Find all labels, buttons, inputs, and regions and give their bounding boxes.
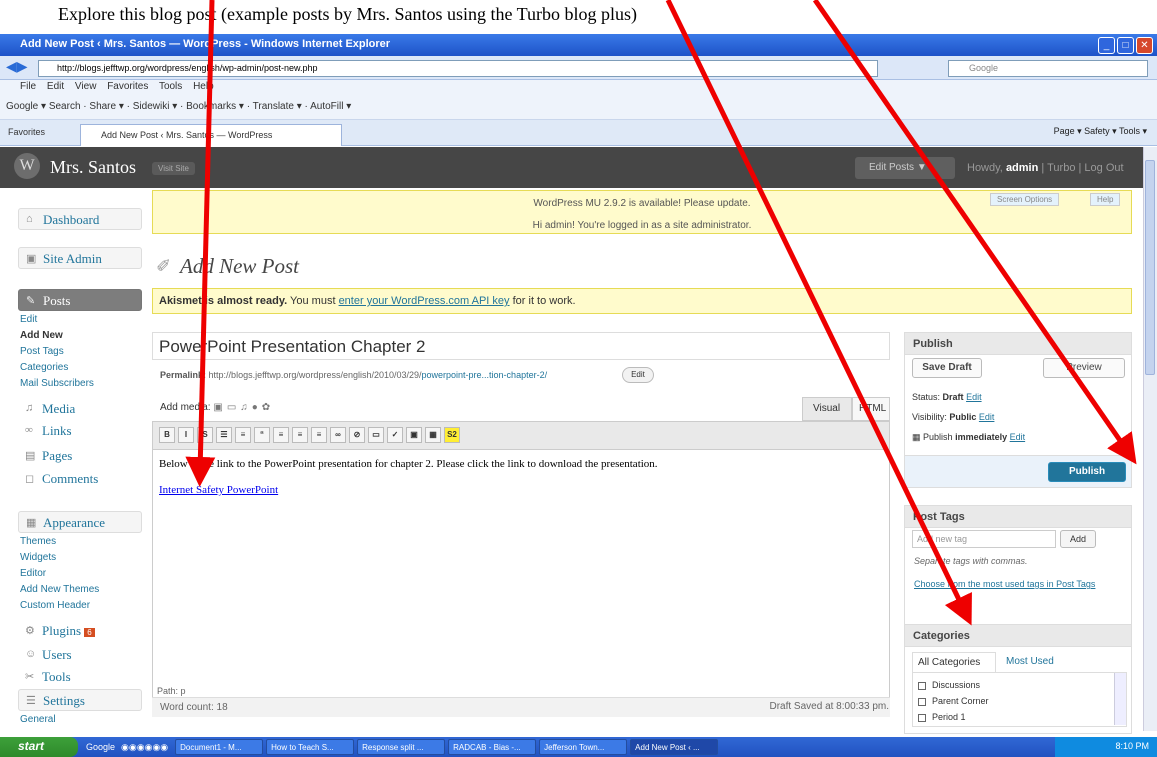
arrow-to-tags [665,0,972,626]
arrow-to-publish [812,0,1137,465]
arrow-to-link [185,0,216,487]
annotation-arrows [185,0,1137,626]
